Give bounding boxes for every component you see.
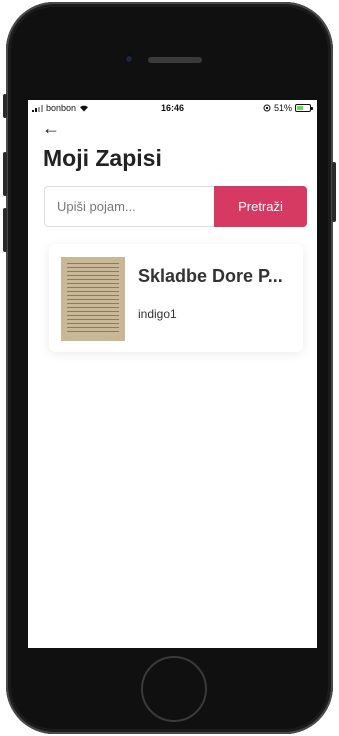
search-input[interactable] [44, 186, 214, 227]
app-screen: bonbon 16:46 51% ← Moji Zapisi Pretraži [28, 100, 317, 648]
back-arrow-icon[interactable]: ← [42, 118, 60, 138]
earpiece-speaker [148, 57, 202, 63]
sheet-music-thumbnail [61, 257, 125, 341]
search-button[interactable]: Pretraži [214, 186, 307, 227]
battery-percent: 51% [273, 103, 292, 113]
battery-icon [295, 104, 313, 112]
status-bar: bonbon 16:46 51% [28, 100, 317, 118]
volume-down-button [3, 208, 7, 252]
power-button [332, 162, 336, 222]
record-title: Skladbe Dore P... [138, 266, 283, 286]
home-button[interactable] [141, 656, 207, 722]
record-card[interactable]: Skladbe Dore P... indigo1 [49, 244, 303, 352]
volume-up-button [3, 152, 7, 196]
front-camera [124, 54, 134, 64]
orientation-lock-icon [263, 104, 271, 112]
page-title: Moji Zapisi [43, 145, 162, 171]
record-owner: indigo1 [138, 307, 177, 321]
search-bar: Pretraži [44, 186, 307, 227]
mute-switch [3, 94, 7, 118]
